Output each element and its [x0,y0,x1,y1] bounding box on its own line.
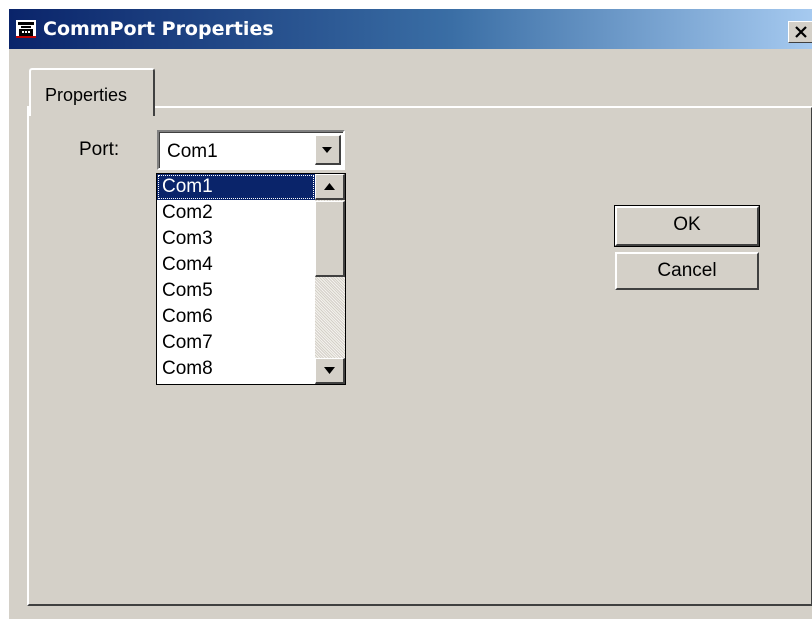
list-item-com1[interactable]: Com1 [157,174,315,200]
port-label: Port: [79,139,120,160]
list-item-com2[interactable]: Com2 [157,200,315,226]
list-item-com4[interactable]: Com4 [157,252,315,278]
port-dropdown-button[interactable] [315,135,341,165]
scroll-thumb[interactable] [315,201,345,277]
port-combobox[interactable]: Com1 [157,130,345,170]
telephone-icon [16,20,36,38]
port-options: Com1 Com2 Com3 Com4 Com5 Com6 Com7 Com8 [157,174,315,382]
tab-properties[interactable]: Properties [29,68,155,116]
port-dropdown-list[interactable]: Com1 Com2 Com3 Com4 Com5 Com6 Com7 Com8 [156,173,346,385]
close-button[interactable] [788,21,812,43]
list-item-com6[interactable]: Com6 [157,304,315,330]
list-item-com3[interactable]: Com3 [157,226,315,252]
tab-properties-label: Properties [45,85,128,105]
dropdown-scrollbar[interactable] [315,174,345,384]
window-title: CommPort Properties [43,18,274,40]
cancel-button[interactable]: Cancel [615,252,759,290]
scroll-up-button[interactable] [315,174,345,200]
list-item-com8[interactable]: Com8 [157,356,315,382]
list-item-com7[interactable]: Com7 [157,330,315,356]
scroll-down-button[interactable] [315,358,345,384]
list-item-com5[interactable]: Com5 [157,278,315,304]
ok-button[interactable]: OK [614,205,760,247]
properties-panel [27,106,812,606]
port-combobox-value: Com1 [167,141,218,162]
title-bar[interactable]: CommPort Properties [9,9,812,49]
commport-properties-dialog: CommPort Properties Properties Port: Com… [8,8,812,619]
